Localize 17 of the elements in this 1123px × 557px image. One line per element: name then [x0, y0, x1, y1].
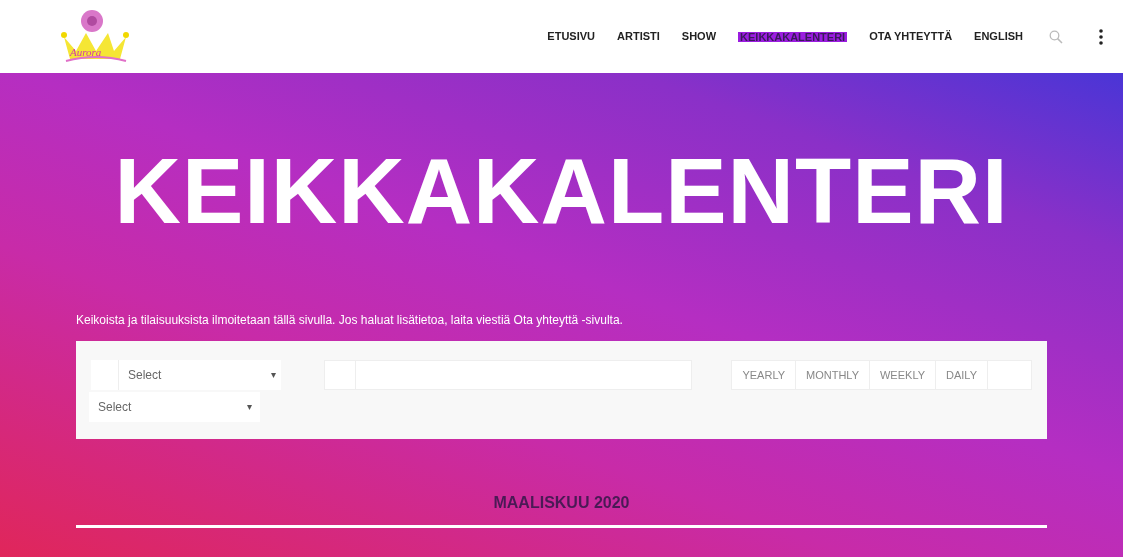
nav-link[interactable]: ETUSIVU [547, 28, 596, 45]
search-icon[interactable] [1049, 29, 1063, 44]
logo-text: Aurora [70, 45, 102, 60]
page-title: KEIKKAKALENTERI [113, 145, 1010, 237]
month-heading: MAALISKUU 2020 [492, 493, 631, 513]
view-tab[interactable]: YEARLY [732, 361, 796, 389]
view-tab[interactable]: WEEKLY [870, 361, 936, 389]
nav-link[interactable]: SHOW [681, 28, 717, 45]
nav-link[interactable]: ENGLISH [974, 28, 1023, 45]
nav-link[interactable]: OTA YHTEYTTÄ [869, 28, 953, 45]
more-options-icon[interactable] [1099, 28, 1103, 45]
view-tab[interactable]: DAILY [936, 361, 988, 389]
select-dropdown[interactable]: Select ▾ [91, 360, 281, 390]
nav-link[interactable]: ARTISTI [617, 28, 660, 45]
view-tab[interactable]: MONTHLY [796, 361, 870, 389]
select-dropdown[interactable]: Select ▾ [89, 392, 260, 422]
intro-text: Keikoista ja tilaisuuksista ilmoitetaan tällä sivulla. Jos haluat lisätietoa, laita viestiä Ota yhteyttä -sivulta. [76, 312, 624, 329]
